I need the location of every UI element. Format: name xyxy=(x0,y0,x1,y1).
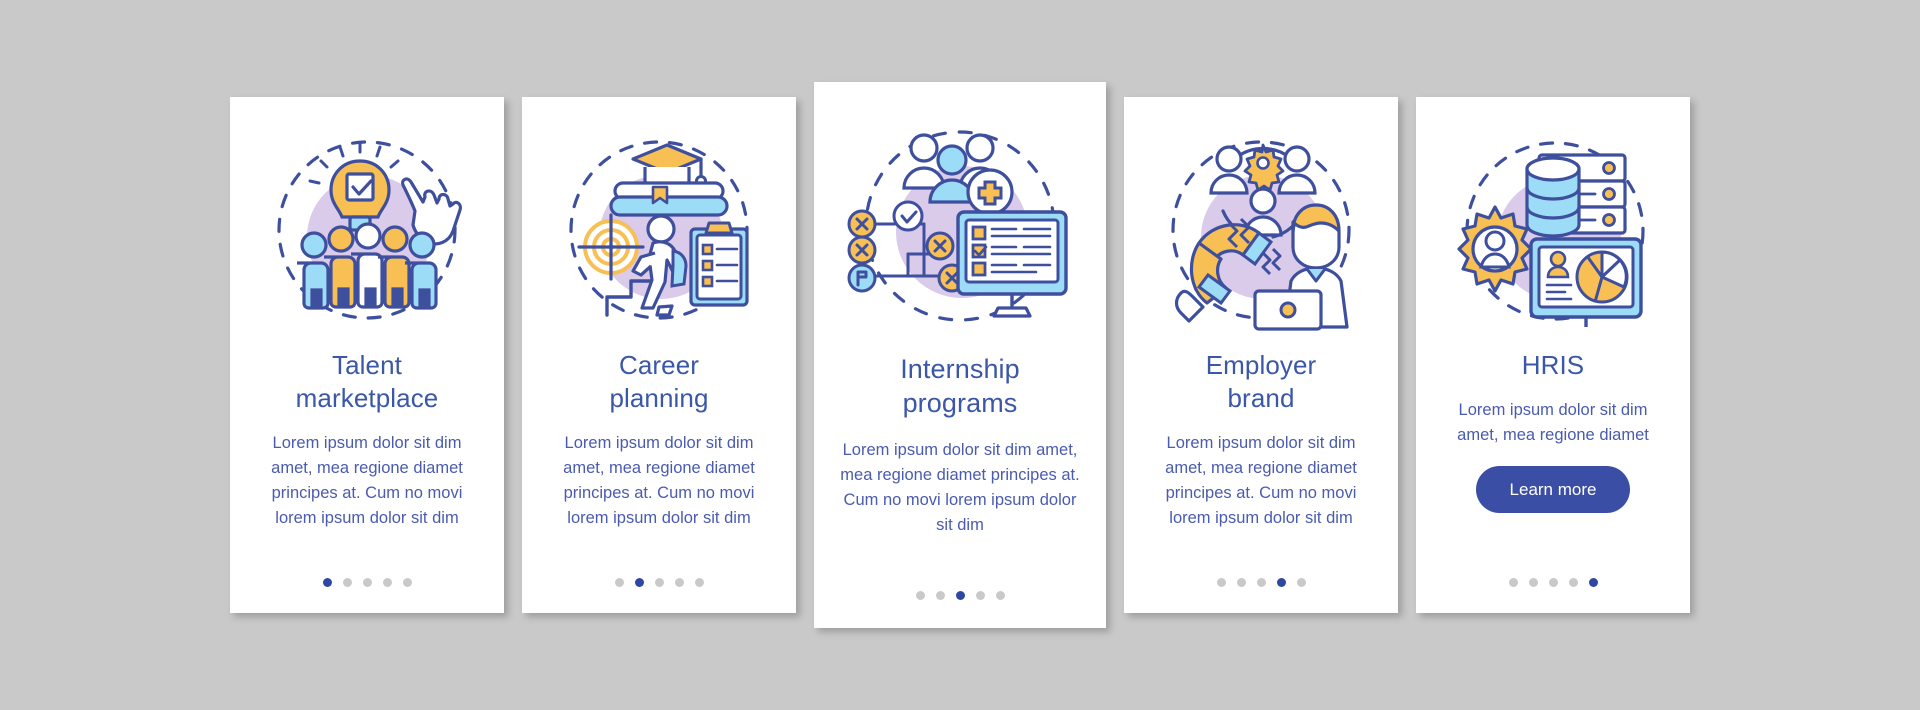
books-icon xyxy=(609,181,729,217)
pagination-dot[interactable] xyxy=(1256,578,1266,587)
title-line: brand xyxy=(1227,383,1295,413)
illustration-magnet-attracting-people-gear-laptop-worker xyxy=(1151,125,1371,335)
onboarding-screens-container: Talent marketplace Lorem ipsum dolor sit … xyxy=(0,0,1920,710)
card-description: Lorem ipsum dolor sit dim amet, mea regi… xyxy=(1165,434,1357,527)
card-description: Lorem ipsum dolor sit dim amet, mea regi… xyxy=(840,441,1080,534)
onboarding-card-hris: HRIS Lorem ipsum dolor sit dim amet, mea… xyxy=(1416,97,1690,613)
pagination-dots[interactable] xyxy=(915,591,1005,600)
illustration-lightbulb-check-people-cursor xyxy=(257,125,477,335)
pie-chart-icon xyxy=(1575,250,1629,304)
title-line: HRIS xyxy=(1521,350,1585,380)
pagination-dot[interactable] xyxy=(1548,578,1558,587)
card-title: Talent marketplace xyxy=(296,349,439,415)
title-line: programs xyxy=(902,388,1018,418)
pagination-dot[interactable] xyxy=(1296,578,1306,587)
pagination-dot[interactable] xyxy=(342,578,352,587)
pagination-dot[interactable] xyxy=(975,591,985,600)
clipboard-icon xyxy=(689,221,749,307)
pagination-dot[interactable] xyxy=(1528,578,1538,587)
pagination-dot[interactable] xyxy=(955,591,965,600)
card-title: Internship programs xyxy=(900,352,1020,420)
monitor-checklist-icon xyxy=(956,210,1068,318)
pagination-dots[interactable] xyxy=(614,578,704,587)
pagination-dot[interactable] xyxy=(1276,578,1286,587)
onboarding-card-talent-marketplace: Talent marketplace Lorem ipsum dolor sit … xyxy=(230,97,504,613)
pagination-dot[interactable] xyxy=(1588,578,1598,587)
pagination-dot[interactable] xyxy=(1216,578,1226,587)
illustration-people-plus-flowchart-monitor-checklist xyxy=(840,116,1080,338)
title-line: Talent xyxy=(332,350,402,380)
pagination-dot[interactable] xyxy=(1508,578,1518,587)
title-line: marketplace xyxy=(295,383,439,413)
pagination-dot[interactable] xyxy=(654,578,664,587)
title-line: Employer xyxy=(1205,350,1317,380)
card-description: Lorem ipsum dolor sit dim amet, mea regi… xyxy=(271,434,463,527)
database-icon xyxy=(1525,156,1581,238)
pagination-dot[interactable] xyxy=(1568,578,1578,587)
onboarding-card-employer-brand: Employer brand Lorem ipsum dolor sit dim … xyxy=(1124,97,1398,613)
illustration-gear-user-database-server-monitor-pie-chart xyxy=(1443,125,1663,335)
title-line: planning xyxy=(609,383,709,413)
card-title: Employer brand xyxy=(1206,349,1317,415)
pagination-dot[interactable] xyxy=(614,578,624,587)
pagination-dot[interactable] xyxy=(322,578,332,587)
illustration-graduation-cap-books-target-stairs-clipboard xyxy=(549,125,769,335)
pagination-dot[interactable] xyxy=(694,578,704,587)
pagination-dots[interactable] xyxy=(1508,578,1598,587)
pagination-dot[interactable] xyxy=(402,578,412,587)
pagination-dots[interactable] xyxy=(1216,578,1306,587)
onboarding-card-internship-programs: Internship programs Lorem ipsum dolor sit… xyxy=(814,82,1106,628)
title-line: Career xyxy=(618,350,700,380)
pagination-dot[interactable] xyxy=(362,578,372,587)
card-title: Career planning xyxy=(609,349,708,415)
card-description: Lorem ipsum dolor sit dim amet, mea regi… xyxy=(563,434,755,527)
card-title: HRIS xyxy=(1522,349,1585,382)
pagination-dot[interactable] xyxy=(935,591,945,600)
pagination-dot[interactable] xyxy=(634,578,644,587)
title-line: Internship xyxy=(900,354,1020,384)
pagination-dot[interactable] xyxy=(674,578,684,587)
pagination-dots[interactable] xyxy=(322,578,412,587)
backpack-icon xyxy=(670,249,688,288)
monitor-pie-chart-icon xyxy=(1529,237,1643,327)
learn-more-button[interactable]: Learn more xyxy=(1475,466,1631,513)
pagination-dot[interactable] xyxy=(995,591,1005,600)
pagination-dot[interactable] xyxy=(915,591,925,600)
pagination-dot[interactable] xyxy=(1236,578,1246,587)
pagination-dot[interactable] xyxy=(382,578,392,587)
onboarding-card-career-planning: Career planning Lorem ipsum dolor sit dim… xyxy=(522,97,796,613)
card-description: Lorem ipsum dolor sit dim amet, mea regi… xyxy=(1457,401,1649,444)
people-group-icon xyxy=(297,222,438,310)
checkbox-icon xyxy=(345,172,375,202)
